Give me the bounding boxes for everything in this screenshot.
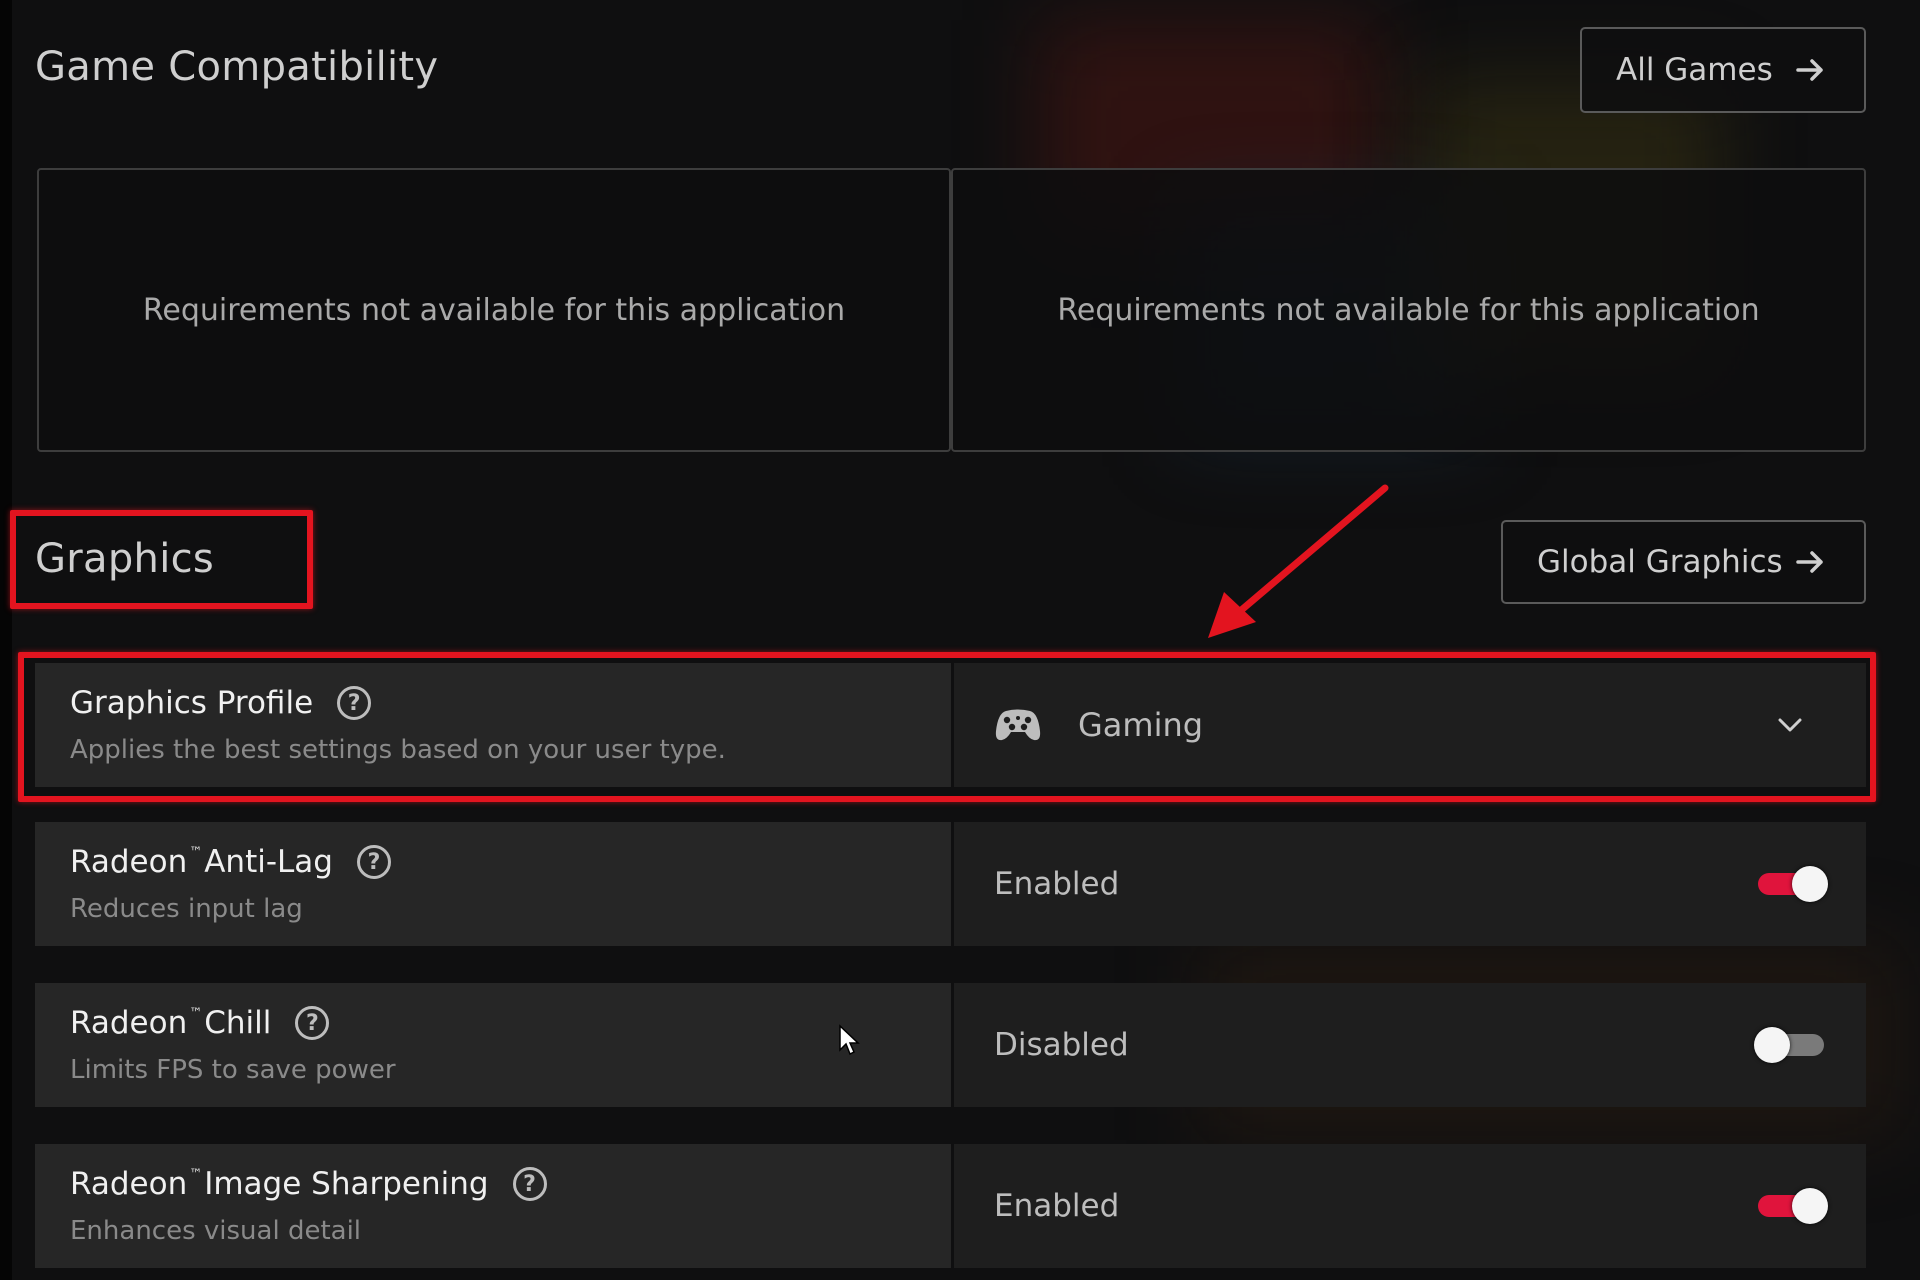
all-games-button[interactable]: All Games xyxy=(1580,27,1866,113)
arrow-right-icon xyxy=(1796,551,1823,573)
setting-row-anti-lag: Radeon ™ Anti-Lag ? Reduces input lag En… xyxy=(35,822,1866,946)
setting-label-cell: Radeon ™ Chill ? Limits FPS to save powe… xyxy=(35,983,951,1107)
setting-row-image-sharpening: Radeon ™ Image Sharpening ? Enhances vis… xyxy=(35,1144,1866,1268)
requirements-text: Requirements not available for this appl… xyxy=(142,292,846,328)
setting-label-cell: Radeon ™ Image Sharpening ? Enhances vis… xyxy=(35,1144,951,1268)
game-compatibility-title: Game Compatibility xyxy=(35,44,439,90)
setting-title: Chill xyxy=(204,1005,272,1041)
setting-description: Limits FPS to save power xyxy=(70,1055,396,1085)
requirements-box-left: Requirements not available for this appl… xyxy=(37,168,951,452)
arrow-right-icon xyxy=(1796,59,1823,81)
all-games-label: All Games xyxy=(1616,52,1773,88)
help-icon[interactable]: ? xyxy=(512,1167,547,1201)
setting-title: Anti-Lag xyxy=(204,844,333,880)
setting-description: Reduces input lag xyxy=(70,894,303,924)
setting-title: Image Sharpening xyxy=(204,1166,489,1202)
image-sharpening-toggle[interactable] xyxy=(1754,1188,1828,1224)
left-edge xyxy=(0,0,12,1280)
setting-row-chill: Radeon ™ Chill ? Limits FPS to save powe… xyxy=(35,983,1866,1107)
setting-label-cell: Radeon ™ Anti-Lag ? Reduces input lag xyxy=(35,822,951,946)
setting-state: Enabled xyxy=(994,1188,1120,1224)
setting-state: Disabled xyxy=(994,1027,1129,1063)
setting-control-cell: Enabled xyxy=(954,822,1866,946)
setting-control-cell: Enabled xyxy=(954,1144,1866,1268)
trademark-mark: ™ xyxy=(189,1166,203,1182)
chill-toggle[interactable] xyxy=(1754,1027,1828,1063)
setting-state: Enabled xyxy=(994,866,1120,902)
global-graphics-button[interactable]: Global Graphics xyxy=(1501,520,1866,604)
graphics-profile-highlight xyxy=(18,652,1876,802)
trademark-mark: ™ xyxy=(189,1005,203,1021)
trademark-mark: ™ xyxy=(189,844,203,860)
anti-lag-toggle[interactable] xyxy=(1754,866,1828,902)
setting-control-cell: Disabled xyxy=(954,983,1866,1107)
help-icon[interactable]: ? xyxy=(356,845,391,879)
annotation-arrow xyxy=(1208,484,1389,638)
setting-brand: Radeon xyxy=(70,844,188,880)
setting-brand: Radeon xyxy=(70,1166,188,1202)
graphics-title-highlight xyxy=(10,510,313,609)
setting-brand: Radeon xyxy=(70,1005,188,1041)
help-icon[interactable]: ? xyxy=(295,1006,330,1040)
setting-description: Enhances visual detail xyxy=(70,1216,362,1246)
requirements-box-right: Requirements not available for this appl… xyxy=(951,168,1866,452)
mouse-cursor-icon xyxy=(839,1024,860,1056)
global-graphics-label: Global Graphics xyxy=(1537,544,1783,580)
requirements-text: Requirements not available for this appl… xyxy=(1057,292,1760,328)
